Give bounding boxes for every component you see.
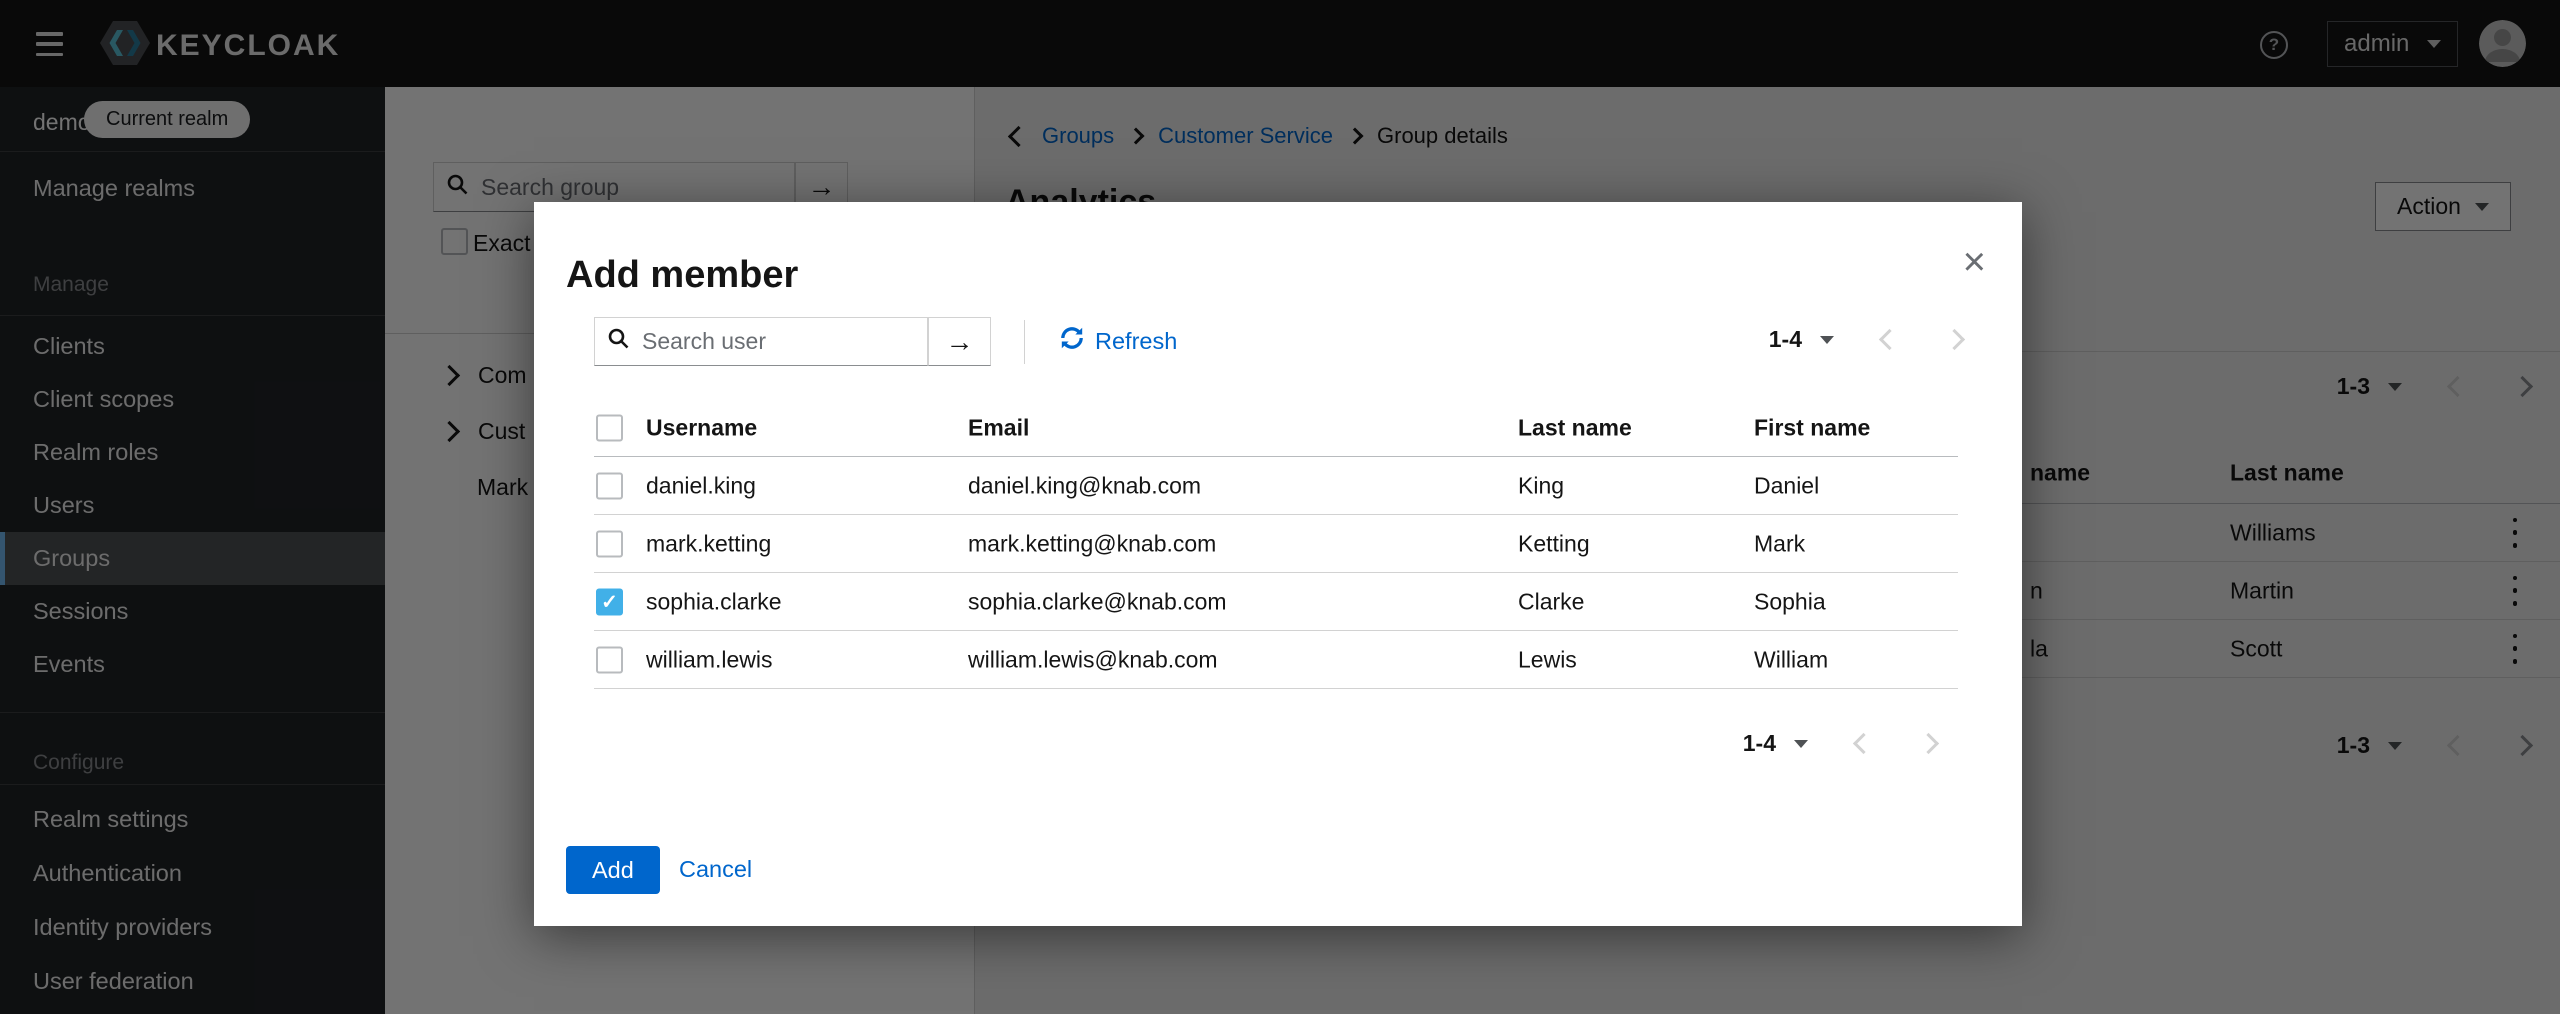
username-header: Username [646,415,757,442]
email-cell: daniel.king@knab.com [968,472,1201,499]
first-name-header: First name [1754,415,1870,442]
cancel-button[interactable]: Cancel [679,856,752,883]
add-button[interactable]: Add [566,846,660,894]
last-name-cell: Lewis [1518,646,1577,673]
search-user-submit-arrow-icon[interactable]: → [928,317,991,366]
last-name-cell: Clarke [1518,588,1584,615]
username-cell: william.lewis [646,646,773,673]
username-cell: sophia.clarke [646,588,782,615]
table-header-row: Username Email Last name First name [594,400,1958,457]
row-checkbox[interactable] [596,646,623,673]
modal-pagination-top: 1-4 [1769,326,1962,353]
first-name-cell: Daniel [1754,472,1819,499]
select-all-checkbox[interactable] [596,415,623,442]
refresh-button[interactable]: Refresh [1059,325,1177,357]
divider [1024,320,1025,364]
table-row: william.lewis william.lewis@knab.com Lew… [594,631,1958,689]
search-user-control: → [594,317,991,366]
email-cell: mark.ketting@knab.com [968,530,1216,557]
last-name-cell: King [1518,472,1564,499]
first-name-cell: Mark [1754,530,1805,557]
row-checkbox[interactable] [596,588,623,615]
username-cell: daniel.king [646,472,756,499]
pagination-range: 1-4 [1743,730,1776,757]
modal-toolbar: → Refresh 1-4 [534,317,2022,366]
search-user-input[interactable] [640,327,915,356]
next-page-icon[interactable] [1918,733,1939,754]
first-name-cell: William [1754,646,1828,673]
table-row: mark.ketting mark.ketting@knab.com Ketti… [594,515,1958,573]
row-checkbox[interactable] [596,530,623,557]
pagination-caret-icon[interactable] [1794,740,1808,748]
add-member-modal: Add member × → [534,202,2022,926]
user-select-table: Username Email Last name First name dani… [594,400,1958,689]
pagination-range: 1-4 [1769,326,1802,353]
next-page-icon[interactable] [1944,329,1965,350]
first-name-cell: Sophia [1754,588,1826,615]
keycloak-admin-screen: KEYCLOAK admin demo Current realm Manage… [0,0,2560,1014]
close-icon[interactable]: × [1963,242,1986,282]
username-cell: mark.ketting [646,530,771,557]
table-row: daniel.king daniel.king@knab.com King Da… [594,457,1958,515]
refresh-icon [1059,325,1085,357]
modal-title: Add member [566,254,798,297]
modal-pagination-bottom: 1-4 [1743,730,1936,757]
email-header: Email [968,415,1029,442]
prev-page-icon[interactable] [1879,329,1900,350]
last-name-header: Last name [1518,415,1632,442]
table-row: sophia.clarke sophia.clarke@knab.com Cla… [594,573,1958,631]
email-cell: sophia.clarke@knab.com [968,588,1227,615]
refresh-label: Refresh [1095,328,1177,355]
search-icon [607,327,630,356]
last-name-cell: Ketting [1518,530,1590,557]
prev-page-icon[interactable] [1853,733,1874,754]
pagination-caret-icon[interactable] [1820,336,1834,344]
row-checkbox[interactable] [596,472,623,499]
email-cell: william.lewis@knab.com [968,646,1218,673]
